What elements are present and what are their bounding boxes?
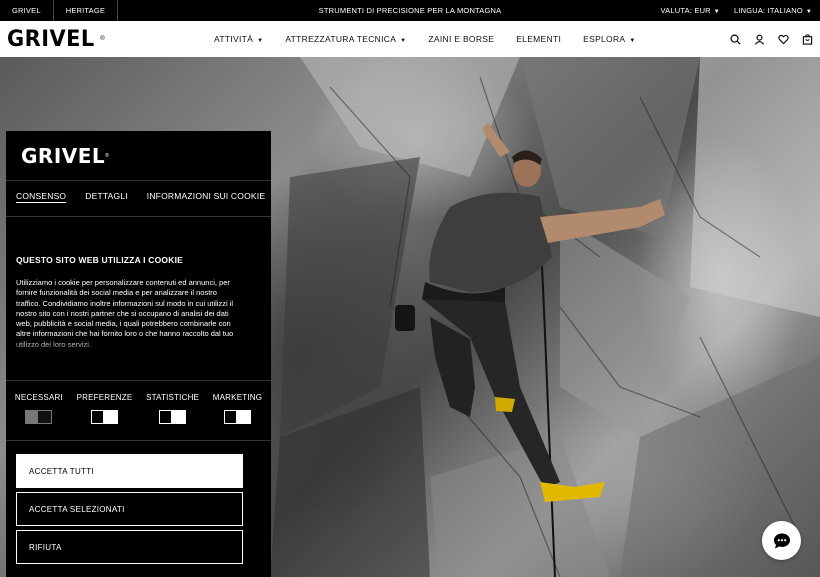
nav-item-zaini-e-borse[interactable]: ZAINI E BORSE — [428, 34, 494, 44]
divider — [6, 216, 271, 217]
header-icons — [730, 21, 813, 57]
logo[interactable]: GRIVEL ® — [7, 26, 105, 52]
category-label: MARKETING — [212, 393, 263, 402]
chat-bubble-icon — [773, 533, 790, 548]
accept-all-button[interactable]: ACCETTA TUTTI — [16, 454, 243, 488]
toggle-statistiche[interactable] — [159, 410, 187, 424]
chevron-down-icon: ▼ — [713, 9, 720, 15]
language-label: LINGUA: ITALIANO — [733, 6, 803, 15]
tab-informazioni-sui-cookie[interactable]: INFORMAZIONI SUI COOKIE — [147, 191, 265, 201]
logo-text: GRIVEL — [7, 26, 95, 52]
registered-mark: ® — [100, 36, 105, 42]
chevron-down-icon: ▼ — [805, 9, 812, 15]
cookie-tabs: CONSENSO DETTAGLI INFORMAZIONI SUI COOKI… — [16, 191, 265, 201]
nav-item-esplora[interactable]: ESPLORA ▼ — [583, 34, 636, 44]
site-header: GRIVEL ® ATTIVITÀ ▼ ATTREZZATURA TECNICA ▼ … — [0, 21, 820, 57]
cookie-logo: GRIVEL ® — [21, 143, 109, 169]
category-label: STATISTICHE — [146, 393, 200, 402]
chat-button[interactable] — [762, 521, 801, 560]
accept-selected-button[interactable]: ACCETTA SELEZIONATI — [16, 492, 243, 526]
cookie-body-text: Utilizziamo i cookie per personalizzare … — [16, 278, 234, 349]
topbar-link-grivel[interactable]: GRIVEL — [0, 0, 54, 21]
announcement-bar: GRIVEL HERITAGE STRUMENTI DI PRECISIONE … — [0, 0, 820, 21]
nav-item-label: ESPLORA — [583, 34, 626, 44]
divider — [6, 380, 271, 381]
cookie-title: QUESTO SITO WEB UTILIZZA I COOKIE — [16, 255, 184, 265]
chevron-down-icon: ▼ — [629, 38, 636, 44]
chevron-down-icon: ▼ — [400, 38, 407, 44]
chevron-down-icon: ▼ — [257, 38, 264, 44]
category-statistiche: STATISTICHE — [146, 393, 199, 424]
nav-item-label: ATTIVITÀ — [214, 34, 254, 44]
tab-consenso[interactable]: CONSENSO — [16, 191, 66, 201]
nav-item-label: ATTREZZATURA TECNICA — [285, 34, 397, 44]
currency-selector[interactable]: VALUTA: EUR ▼ — [661, 6, 720, 15]
toggle-necessari — [25, 410, 53, 424]
topbar-links: GRIVEL HERITAGE — [0, 0, 119, 21]
main-nav: ATTIVITÀ ▼ ATTREZZATURA TECNICA ▼ ZAINI E … — [214, 21, 636, 57]
reject-button[interactable]: RIFIUTA — [16, 530, 243, 564]
nav-item-attrezzatura-tecnica[interactable]: ATTREZZATURA TECNICA ▼ — [285, 34, 406, 44]
category-necessari: NECESSARI — [15, 393, 63, 424]
page: GRIVEL HERITAGE STRUMENTI DI PRECISIONE … — [0, 0, 820, 577]
category-marketing: MARKETING — [213, 393, 262, 424]
category-preferenze: PREFERENZE — [77, 393, 133, 424]
cart-icon[interactable] — [802, 33, 813, 45]
registered-mark: ® — [105, 153, 109, 159]
category-label: NECESSARI — [14, 393, 63, 402]
divider — [6, 180, 271, 181]
cookie-logo-text: GRIVEL — [21, 144, 106, 168]
nav-item-elementi[interactable]: ELEMENTI — [516, 34, 561, 44]
search-icon[interactable] — [730, 34, 741, 45]
heart-icon[interactable] — [778, 34, 789, 45]
currency-label: VALUTA: EUR — [660, 6, 711, 15]
cookie-consent-dialog: GRIVEL ® CONSENSO DETTAGLI INFORMAZIONI S… — [6, 131, 271, 577]
category-label: PREFERENZE — [76, 393, 133, 402]
topbar-settings: VALUTA: EUR ▼ LINGUA: ITALIANO ▼ — [661, 0, 812, 21]
toggle-marketing[interactable] — [223, 410, 251, 424]
divider — [6, 440, 271, 441]
tab-dettagli[interactable]: DETTAGLI — [85, 191, 128, 201]
cookie-categories: NECESSARI PREFERENZE STATISTICHE MARKETI… — [6, 393, 271, 424]
toggle-preferenze[interactable] — [90, 410, 118, 424]
language-selector[interactable]: LINGUA: ITALIANO ▼ — [734, 6, 812, 15]
nav-item-attivita[interactable]: ATTIVITÀ ▼ — [214, 34, 263, 44]
user-icon[interactable] — [754, 34, 765, 45]
topbar-link-heritage[interactable]: HERITAGE — [54, 0, 119, 21]
